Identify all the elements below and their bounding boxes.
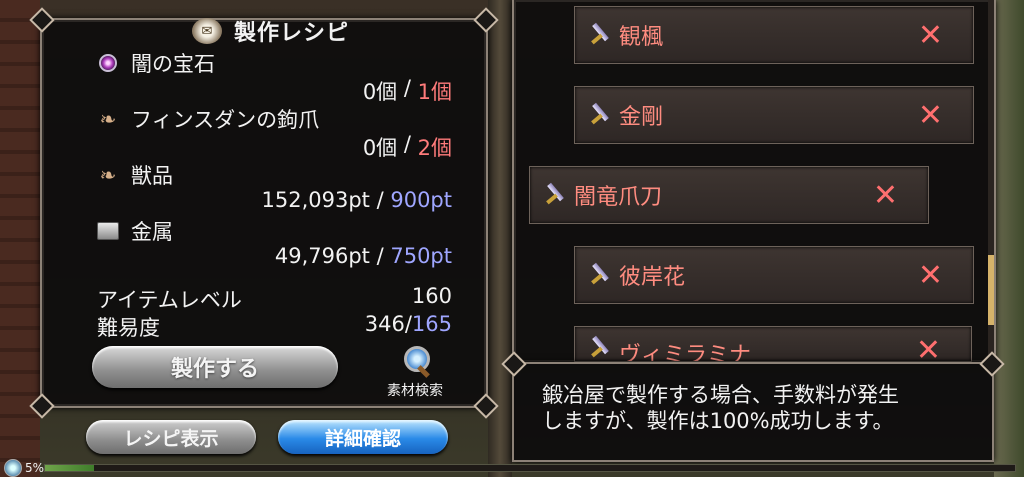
sword-icon: [589, 22, 611, 46]
material-count: 152,093pt / 900pt: [262, 188, 453, 212]
unavailable-x-icon: ✕: [872, 177, 898, 213]
difficulty-label: 難易度: [97, 316, 160, 340]
scroll-icon: ✉: [192, 18, 222, 44]
experience-icon: [4, 458, 22, 477]
sword-icon: [544, 182, 566, 206]
unavailable-x-icon: ✕: [917, 257, 943, 293]
weapon-list-item[interactable]: 観楓 ✕: [574, 6, 974, 64]
item-level-value: 160: [411, 284, 452, 308]
count-separator: /: [397, 76, 418, 100]
scrollbar-thumb[interactable]: [988, 255, 994, 325]
material-owned: 0個: [362, 80, 398, 104]
weapon-name: 闇竜爪刀: [574, 185, 663, 210]
material-owned: 49,796pt: [274, 244, 370, 268]
material-item: 金属: [97, 216, 173, 246]
material-search-button[interactable]: 素材検索: [372, 346, 458, 400]
material-search-label: 素材検索: [387, 383, 443, 399]
progress-fill: [45, 465, 94, 471]
unavailable-x-icon: ✕: [917, 17, 943, 53]
panel-title: ✉ 製作レシピ: [192, 16, 349, 46]
material-required: 1個: [417, 80, 452, 104]
weapon-name: ヴィミラミナ: [619, 343, 752, 362]
material-count: 0個 / 2個: [363, 132, 452, 162]
unavailable-x-icon: ✕: [915, 333, 941, 362]
count-separator: /: [397, 132, 418, 156]
difficulty-required: 165: [411, 312, 452, 336]
info-message-text: 鍛冶屋で製作する場合、手数料が発生 しますが、製作は100%成功します。: [542, 383, 899, 433]
material-name: 金属: [131, 220, 173, 244]
background-scenery: [994, 0, 1024, 477]
material-count: 49,796pt / 750pt: [275, 244, 452, 268]
material-name: フィンスダンの鉤爪: [131, 108, 320, 132]
count-separator: /: [369, 188, 391, 212]
progress-bar: [44, 464, 1016, 472]
claw-icon: ❧: [99, 163, 117, 187]
material-item: ❧ 獣品: [97, 160, 173, 190]
status-bar: 5%: [0, 458, 1024, 477]
material-count: 0個 / 1個: [363, 76, 452, 106]
difficulty-value: 346/165: [365, 312, 452, 336]
material-item: ❧ フィンスダンの鉤爪: [97, 104, 320, 134]
show-recipe-button[interactable]: レシピ表示: [86, 420, 256, 454]
sword-icon: [589, 262, 611, 286]
magnifier-icon: [400, 346, 430, 378]
metal-ingot-icon: [97, 220, 119, 242]
weapon-list-item[interactable]: ヴィミラミナ ✕: [574, 326, 972, 362]
weapon-list-item-selected[interactable]: 闇竜爪刀 ✕: [529, 166, 929, 224]
difficulty-current: 346/: [364, 312, 412, 336]
material-required: 750pt: [390, 244, 452, 268]
material-owned: 0個: [362, 136, 398, 160]
item-level-label: アイテムレベル: [97, 288, 242, 312]
dark-gem-icon: [97, 52, 119, 74]
weapon-list-item[interactable]: 金剛 ✕: [574, 86, 974, 144]
weapon-name: 金剛: [619, 105, 664, 130]
material-name: 闇の宝石: [131, 52, 215, 76]
recipe-panel: ✉ 製作レシピ 闇の宝石 0個 / 1個 ❧ フィンスダンの鉤爪 0個 / 2個…: [29, 7, 499, 419]
unavailable-x-icon: ✕: [917, 97, 943, 133]
material-required: 2個: [417, 136, 452, 160]
details-button[interactable]: 詳細確認: [278, 420, 448, 454]
material-item: 闇の宝石: [97, 48, 215, 78]
sword-icon: [589, 102, 611, 126]
material-name: 獣品: [131, 164, 173, 188]
status-percent: 5%: [25, 460, 45, 475]
sword-icon: [589, 335, 611, 359]
info-message-box: 鍛冶屋で製作する場合、手数料が発生 しますが、製作は100%成功します。: [501, 351, 1005, 462]
claw-icon: ❧: [99, 107, 117, 131]
weapon-list-item[interactable]: 彼岸花 ✕: [574, 246, 974, 304]
weapon-name: 彼岸花: [619, 265, 686, 290]
panel-title-text: 製作レシピ: [234, 21, 350, 46]
material-owned: 152,093pt: [261, 188, 370, 212]
material-required: 900pt: [390, 188, 452, 212]
craft-button[interactable]: 製作する: [92, 346, 338, 388]
weapon-name: 観楓: [619, 25, 664, 50]
count-separator: /: [369, 244, 391, 268]
